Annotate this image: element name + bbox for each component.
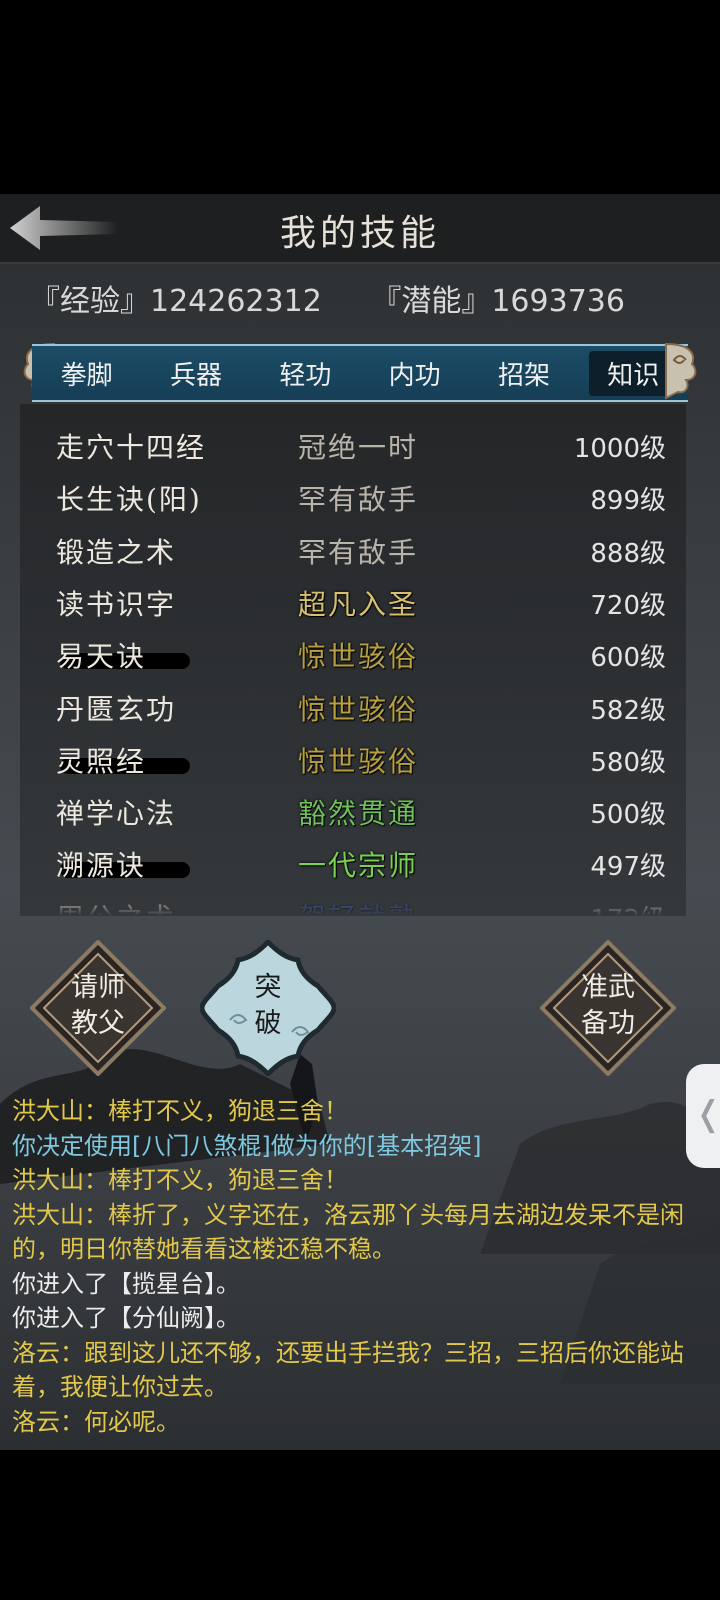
- tab-5[interactable]: 招架: [480, 351, 568, 396]
- skill-rank: 惊世骇俗: [298, 640, 419, 674]
- skill-list[interactable]: 走穴十四经 冠绝一时 1000级长生诀(阳) 罕有敌手 899级锻造之术 罕有敌手 888级…: [20, 404, 686, 916]
- skill-level: 582级: [590, 695, 666, 726]
- skill-row[interactable]: 丹匮玄功 惊世骇俗 582级: [20, 682, 686, 734]
- skill-name: 溯源诀: [56, 849, 147, 883]
- skill-rank: 惊世骇俗: [298, 744, 419, 778]
- skill-level: 500级: [590, 800, 666, 831]
- skill-name: 丹匮玄功: [56, 692, 177, 726]
- skill-rank: 罕有敌手: [298, 535, 419, 569]
- skill-rank: 惊世骇俗: [298, 692, 419, 726]
- skill-row[interactable]: 锻造之术 罕有敌手 888级: [20, 525, 686, 577]
- skill-row[interactable]: 灵照经 惊世骇俗 580级: [20, 734, 686, 786]
- skill-name: 走穴十四经: [56, 431, 207, 464]
- skill-rank: 豁然贯通: [298, 797, 419, 831]
- cloud-ornament-right-icon: [665, 342, 697, 400]
- skill-row[interactable]: 溯源诀 一代宗师 497级: [20, 838, 686, 890]
- skill-name: 锻造之术: [56, 535, 177, 569]
- skill-category-tabs: 拳脚 兵器 轻功 内功 招架 知识: [20, 340, 700, 404]
- tab-3[interactable]: 轻功: [261, 351, 349, 396]
- log-line: 你决定使用[八门八煞棍]做为你的[基本招架]: [12, 1131, 482, 1160]
- skill-row[interactable]: 禅学心法 豁然贯通 500级: [20, 786, 686, 838]
- exp-value: 『经验』124262312: [30, 284, 322, 319]
- log-line: 你进入了【揽星台】。: [12, 1269, 240, 1298]
- skill-level: 600级: [590, 643, 666, 674]
- skill-name: 易天诀: [56, 640, 147, 674]
- skill-name: 长生诀(阳): [56, 483, 202, 517]
- skill-rank: 罕有敌手: [298, 483, 419, 517]
- prepare-skill-button[interactable]: 准武 备功: [539, 939, 677, 1077]
- tab-2[interactable]: 兵器: [152, 351, 240, 396]
- stats-line: 『经验』124262312 『潜能』1693736: [30, 276, 665, 320]
- skill-level: 1000级: [573, 434, 666, 464]
- page-title: 我的技能: [279, 213, 440, 254]
- skill-rank: 超凡入圣: [298, 587, 419, 621]
- skill-level: 899级: [590, 486, 666, 517]
- log-line: 洪大山：棒打不义，狗退三舍！: [12, 1097, 348, 1125]
- skill-level: 720级: [590, 590, 666, 621]
- skill-row[interactable]: 读书识字 超凡入圣 720级: [20, 577, 686, 629]
- teacher-label-2: 教父: [71, 1008, 125, 1039]
- prepare-label-1: 准武: [581, 972, 635, 1003]
- skill-row[interactable]: 长生诀(阳) 罕有敌手 899级: [20, 472, 686, 524]
- teacher-label-1: 请师: [71, 972, 125, 1003]
- tab-bar: 拳脚 兵器 轻功 内功 招架 知识: [32, 344, 688, 402]
- header-bar: 我的技能: [0, 194, 720, 264]
- potential-value: 『潜能』1693736: [371, 284, 625, 319]
- message-log[interactable]: 洪大山：棒打不义，狗退三舍！ 你决定使用[八门八煞棍]做为你的[基本招架] 洪大山：…: [12, 1094, 702, 1439]
- skill-level: 497级: [590, 852, 666, 883]
- skills-panel: 我的技能 『经验』124262312 『潜能』1693736 拳脚 兵器 轻功 内功招…: [0, 194, 720, 1450]
- skill-row[interactable]: 走穴十四经 冠绝一时 1000级: [20, 420, 686, 472]
- tab-4[interactable]: 内功: [371, 351, 459, 396]
- side-drawer-handle[interactable]: ❬: [686, 1064, 720, 1168]
- skill-name: 灵照经: [56, 744, 147, 778]
- list-fade: [20, 890, 686, 916]
- skill-name: 禅学心法: [56, 797, 177, 831]
- breakthrough-label-2: 破: [254, 1008, 282, 1039]
- skill-rank: 一代宗师: [298, 849, 419, 883]
- teacher-button[interactable]: 请师 教父: [29, 939, 167, 1077]
- skill-rank: 冠绝一时: [298, 431, 419, 464]
- tab-1[interactable]: 拳脚: [43, 351, 131, 396]
- breakthrough-button[interactable]: 突 破: [199, 938, 337, 1078]
- log-line: 洪大山：棒打不义，狗退三舍！: [12, 1166, 348, 1194]
- log-line: 洛云：何必呢。: [12, 1407, 180, 1436]
- log-line: 洪大山：棒折了，义字还在，洛云那丫头每月去湖边发呆不是闲的，明日你替她看看这楼还…: [12, 1200, 684, 1264]
- skill-level: 580级: [590, 747, 666, 778]
- skill-row[interactable]: 易天诀 惊世骇俗 600级: [20, 629, 686, 681]
- log-line: 洛云：跟到这儿还不够，还要出手拦我？三招，三招后你还能站着，我便让你过去。: [12, 1338, 684, 1402]
- chevron-left-icon: ❬: [694, 1094, 720, 1134]
- log-line: 你进入了【分仙阙】。: [12, 1304, 240, 1332]
- skill-name: 读书识字: [56, 587, 177, 621]
- prepare-label-2: 备功: [581, 1008, 635, 1039]
- skill-level: 888级: [590, 538, 666, 569]
- breakthrough-label-1: 突: [254, 972, 282, 1003]
